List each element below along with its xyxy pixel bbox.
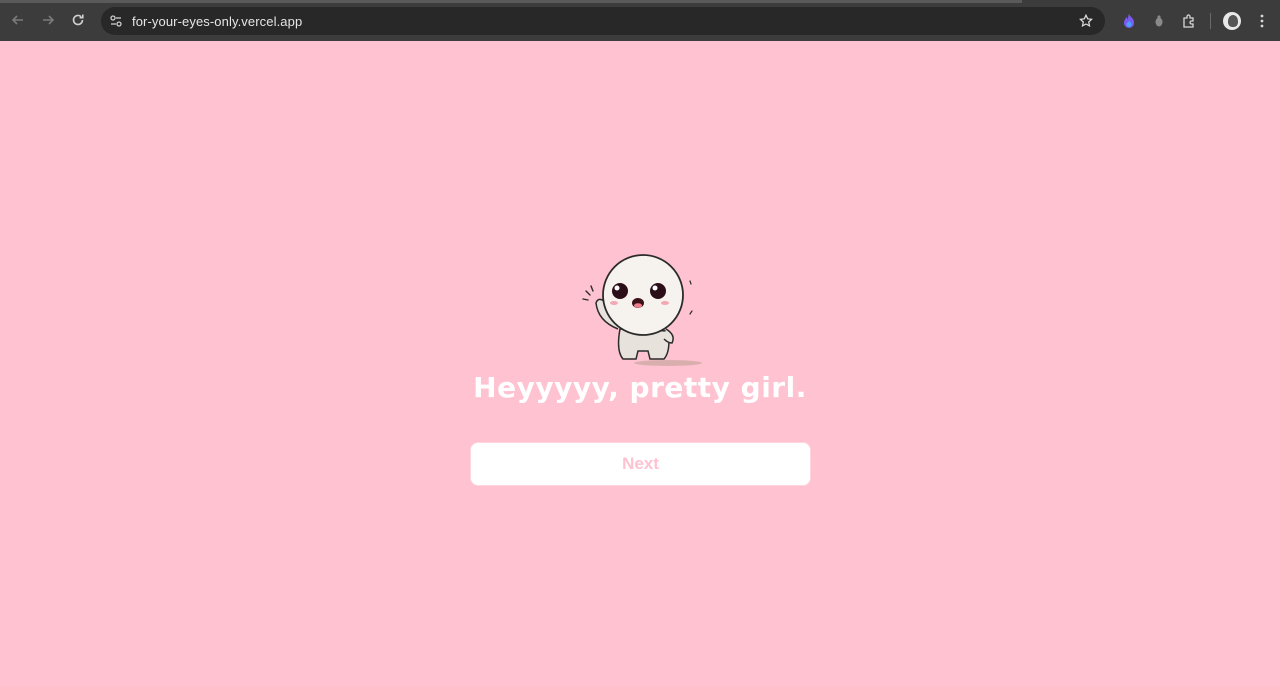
- back-arrow-icon: [11, 15, 23, 25]
- extension-gray-icon: [1155, 15, 1163, 27]
- page-content: Heyyyyy, pretty girl. Next: [0, 41, 1280, 687]
- reload-button[interactable]: [63, 5, 93, 35]
- toolbar-actions: [1114, 6, 1277, 36]
- url-text[interactable]: for-your-eyes-only.vercel.app: [132, 14, 302, 29]
- next-button[interactable]: Next: [470, 442, 811, 486]
- forward-arrow-icon: [43, 15, 55, 25]
- tab-strip-edge: [0, 0, 1022, 3]
- bookmark-button[interactable]: [1077, 12, 1095, 30]
- toolbar-separator: [1210, 13, 1211, 29]
- more-menu-icon: [1260, 14, 1264, 28]
- bookmark-star-icon: [1079, 14, 1093, 28]
- address-bar[interactable]: for-your-eyes-only.vercel.app: [101, 7, 1105, 35]
- browser-toolbar: for-your-eyes-only.vercel.app: [0, 0, 1280, 41]
- back-button[interactable]: [3, 5, 33, 35]
- extension-button-1[interactable]: [1114, 6, 1144, 36]
- extensions-menu-button[interactable]: [1174, 6, 1204, 36]
- more-menu-button[interactable]: [1247, 6, 1277, 36]
- page-headline: Heyyyyy, pretty girl.: [473, 371, 807, 404]
- extension-button-2[interactable]: [1144, 6, 1174, 36]
- waving-mascot-illustration: [582, 254, 702, 366]
- reload-icon: [72, 14, 84, 26]
- forward-button[interactable]: [33, 5, 63, 35]
- site-info-button[interactable]: [103, 8, 129, 34]
- profile-button[interactable]: [1217, 6, 1247, 36]
- extension-flame-icon: [1124, 14, 1134, 28]
- profile-avatar-icon: [1223, 12, 1241, 30]
- site-info-icon: [110, 15, 122, 27]
- extensions-puzzle-icon: [1183, 14, 1194, 28]
